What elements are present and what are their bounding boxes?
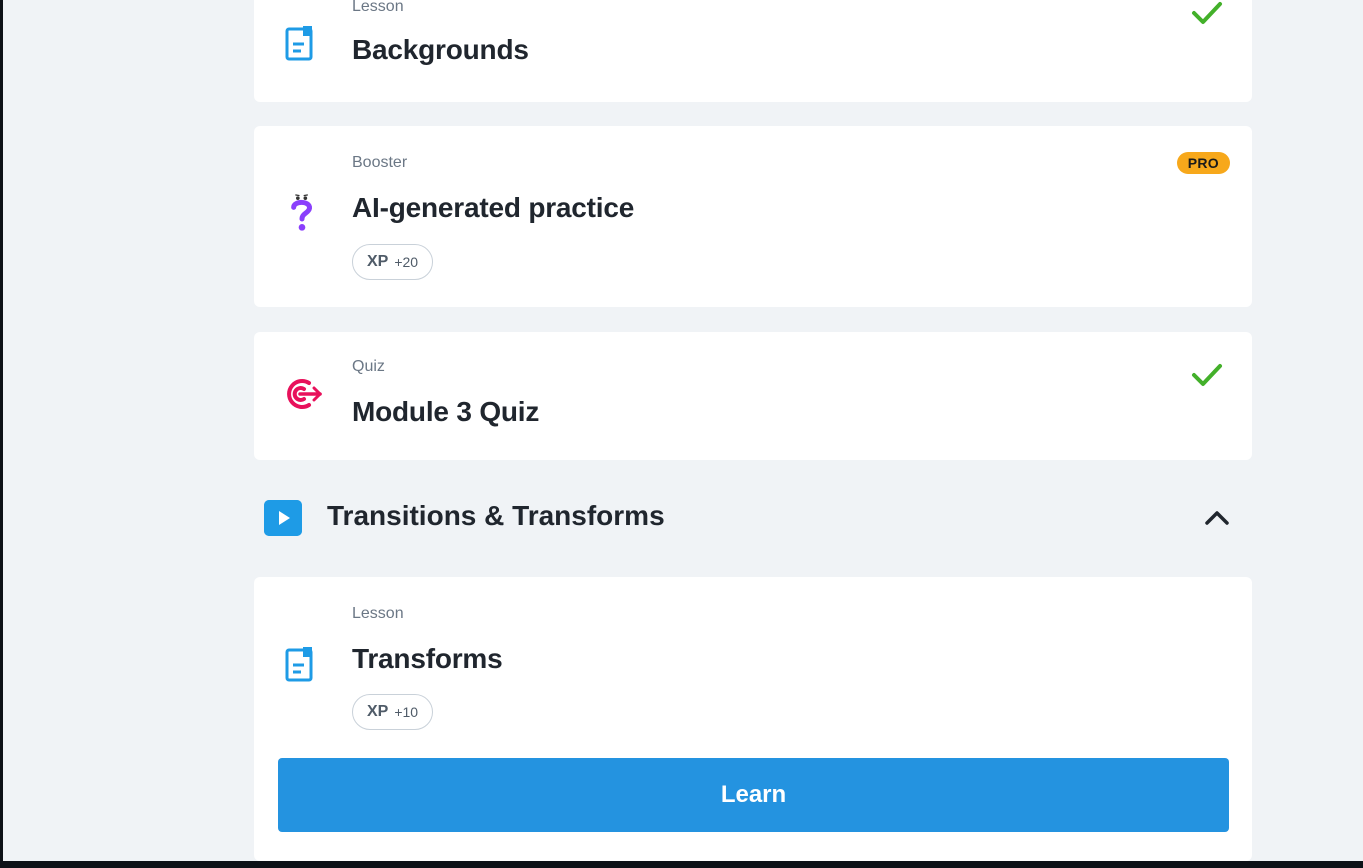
chevron-up-icon[interactable] [1202, 503, 1232, 533]
quiz-card-module-3[interactable]: Quiz Module 3 Quiz [254, 332, 1252, 460]
card-type-label: Lesson [352, 605, 404, 622]
booster-card-ai-practice[interactable]: Booster AI-generated practice PRO XP +20 [254, 126, 1252, 307]
completed-check-icon [1192, 364, 1222, 386]
target-icon [287, 379, 322, 409]
course-module-page: Lesson Backgrounds Booster AI-generated … [3, 0, 1363, 861]
xp-value: +10 [394, 704, 419, 720]
xp-label: XP [367, 253, 389, 270]
learn-button[interactable]: Learn [278, 758, 1229, 832]
completed-check-icon [1192, 2, 1222, 24]
section-header-transitions-transforms[interactable]: Transitions & Transforms [254, 488, 1252, 546]
question-mark-character-icon [291, 194, 312, 231]
xp-label: XP [367, 703, 389, 720]
card-title: AI-generated practice [352, 192, 635, 223]
card-title: Module 3 Quiz [352, 396, 540, 427]
xp-value: +20 [394, 254, 419, 270]
play-icon [264, 500, 302, 536]
pro-badge: PRO [1176, 152, 1230, 174]
card-title: Transforms [352, 643, 503, 674]
lesson-card-transforms[interactable]: Lesson Transforms XP +10 Learn [254, 577, 1252, 861]
card-title: Backgrounds [352, 34, 529, 65]
xp-reward-pill: XP +10 [352, 694, 434, 730]
lesson-document-icon [285, 647, 313, 682]
lesson-card-backgrounds[interactable]: Lesson Backgrounds [254, 0, 1252, 102]
card-type-label: Quiz [352, 358, 385, 375]
card-type-label: Booster [352, 154, 408, 171]
xp-reward-pill: XP +20 [352, 244, 434, 280]
card-type-label: Lesson [352, 0, 404, 15]
lesson-document-icon [285, 26, 313, 61]
section-title: Transitions & Transforms [327, 500, 665, 531]
